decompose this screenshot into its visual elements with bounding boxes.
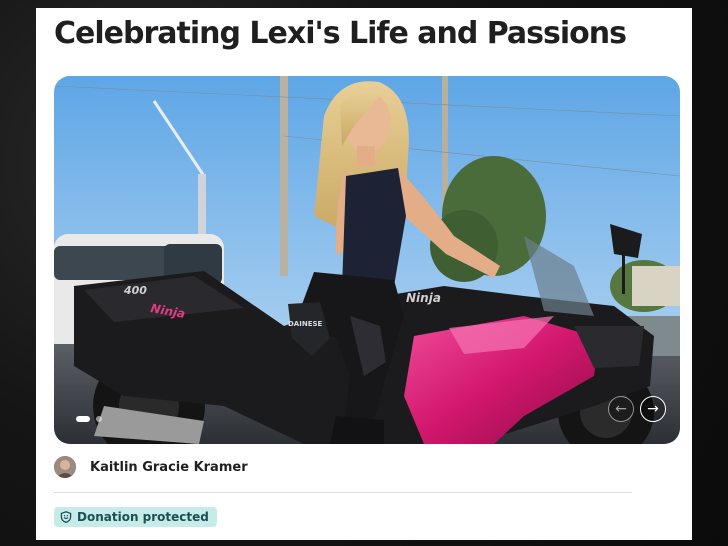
fundraiser-card: Celebrating Lexi's Life and Passions 400…	[36, 8, 692, 540]
pants-brand-text: DAINESE	[288, 320, 323, 328]
carousel-prev-button[interactable]: ←	[608, 396, 634, 422]
photo-carousel[interactable]: 400 Ninja Ninja DAINESE ← →	[54, 76, 680, 444]
bike-model-text: 400	[123, 284, 147, 297]
arrow-right-icon: →	[647, 401, 659, 417]
carousel-photo: 400 Ninja Ninja DAINESE	[54, 76, 680, 444]
carousel-dot-active[interactable]	[76, 416, 90, 422]
carousel-dots	[76, 416, 102, 422]
carousel-next-button[interactable]: →	[640, 396, 666, 422]
bike-brand-text-right: Ninja	[406, 291, 441, 305]
divider	[54, 492, 632, 493]
background-frame: Celebrating Lexi's Life and Passions 400…	[0, 0, 728, 546]
organizer-row: Kaitlin Gracie Kramer	[54, 456, 248, 478]
carousel-dot[interactable]	[96, 416, 102, 422]
organizer-name[interactable]: Kaitlin Gracie Kramer	[90, 460, 248, 475]
donation-protected-badge[interactable]: Donation protected	[54, 507, 217, 527]
page-title: Celebrating Lexi's Life and Passions	[54, 16, 627, 51]
badge-label: Donation protected	[77, 510, 209, 524]
avatar[interactable]	[54, 456, 76, 478]
arrow-left-icon: ←	[615, 401, 627, 417]
shield-icon	[60, 511, 72, 523]
avatar-image	[54, 456, 76, 478]
